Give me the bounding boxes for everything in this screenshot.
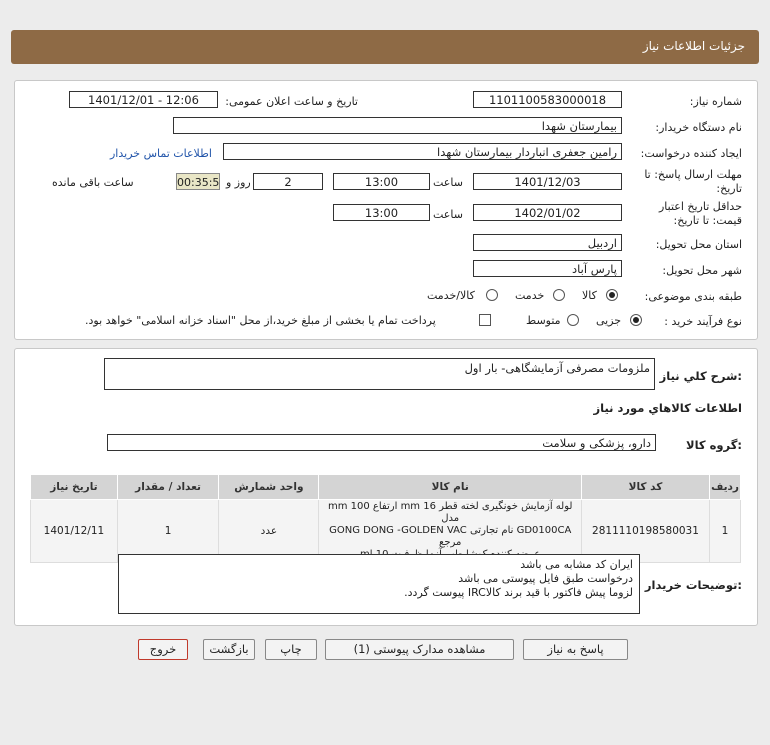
- summary-label: شرح کلي نياز:: [659, 369, 742, 383]
- header-bar: جزئیات اطلاعات نیاز: [11, 30, 759, 64]
- validity-time-label: ساعت: [433, 208, 463, 221]
- creator-field[interactable]: رامین جعفری انباردار بیمارستان شهدا: [223, 143, 622, 160]
- goods-group-label: گروه کالا:: [686, 438, 742, 452]
- validity-time-field[interactable]: 13:00: [333, 204, 430, 221]
- row-index: 1: [709, 499, 741, 563]
- remaining-time-field: 00:35:56: [176, 173, 220, 190]
- goods-table-header: ردیف کد کالا نام کالا واحد شمارش تعداد /…: [30, 474, 741, 500]
- category-option-goods: کالا: [582, 289, 597, 302]
- process-option-medium: متوسط: [526, 314, 561, 327]
- validity-date-field[interactable]: 1402/01/02: [473, 204, 622, 221]
- exit-button[interactable]: خروج: [138, 639, 188, 660]
- col-qty: تعداد / مقدار: [116, 474, 220, 500]
- process-radio-medium[interactable]: [567, 314, 579, 326]
- buyer-notes-line2: درخواست طبق فایل پیوستی می باشد: [458, 572, 633, 585]
- remaining-label: ساعت باقی مانده: [52, 176, 134, 189]
- process-label: نوع فرآیند خرید :: [664, 315, 742, 328]
- row-name-line1: لوله آزمایش خونگیری لخته قطر mm 16 ارتفا…: [327, 501, 573, 524]
- creator-label: ایجاد کننده درخواست:: [640, 147, 742, 160]
- row-name-line2: GD0100CA نام تجارتی GONG DONG -GOLDEN VA…: [329, 525, 572, 548]
- city-label: شهر محل تحویل:: [662, 264, 742, 277]
- treasury-payment-checkbox[interactable]: [479, 314, 491, 326]
- summary-field[interactable]: ملزومات مصرفی آزمایشگاهی- بار اول: [104, 358, 655, 390]
- page-title: جزئیات اطلاعات نیاز: [642, 39, 745, 53]
- col-index: ردیف: [709, 474, 741, 500]
- days-label: روز و: [226, 176, 251, 189]
- days-field[interactable]: 2: [253, 173, 323, 190]
- buyer-notes-box: ایران کد مشابه می باشد درخواست طبق فایل …: [118, 554, 640, 614]
- col-name: نام کالا: [318, 474, 582, 500]
- goods-section-title: اطلاعات کالاهاي مورد نياز: [593, 401, 742, 415]
- attachments-button[interactable]: مشاهده مدارک پیوستی (1): [325, 639, 514, 660]
- row-date: 1401/12/11: [30, 499, 118, 563]
- buyer-notes-label: توضیحات خریدار:: [644, 578, 742, 592]
- buyer-org-field[interactable]: بیمارستان شهدا: [173, 117, 622, 134]
- category-label: طبقه بندی موضوعی:: [644, 290, 742, 303]
- deadline-date-field[interactable]: 1401/12/03: [473, 173, 622, 190]
- deadline-label-1: مهلت ارسال پاسخ: تا: [644, 168, 742, 181]
- category-radio-goods[interactable]: [606, 289, 618, 301]
- category-option-goods-service: کالا/خدمت: [427, 289, 475, 302]
- col-unit: واحد شمارش: [218, 474, 320, 500]
- announce-field[interactable]: 1401/12/01 - 12:06: [69, 91, 218, 108]
- buyer-org-label: نام دستگاه خریدار:: [655, 121, 742, 134]
- back-button[interactable]: بازگشت: [203, 639, 255, 660]
- process-radio-minor[interactable]: [630, 314, 642, 326]
- buyer-notes-line3: لزوما پیش فاکتور با قید برند کالاIRC پیو…: [404, 586, 633, 599]
- deadline-time-label: ساعت: [433, 176, 463, 189]
- need-number-field[interactable]: 1101100583000018: [473, 91, 622, 108]
- need-number-label: شماره نیاز:: [689, 95, 742, 108]
- buyer-notes-line1: ایران کد مشابه می باشد: [520, 558, 633, 571]
- category-radio-service[interactable]: [553, 289, 565, 301]
- city-field[interactable]: پارس آباد: [473, 260, 622, 277]
- province-field[interactable]: اردبیل: [473, 234, 622, 251]
- treasury-payment-note: پرداخت تمام یا بخشی از مبلغ خرید،از محل …: [85, 314, 436, 327]
- col-date: تاریخ نیاز: [30, 474, 118, 500]
- reply-button[interactable]: پاسخ به نیاز: [523, 639, 628, 660]
- print-button[interactable]: چاپ: [265, 639, 317, 660]
- validity-label-2: قیمت: تا تاریخ:: [673, 214, 742, 227]
- goods-group-field[interactable]: دارو، پزشکی و سلامت: [107, 434, 656, 451]
- province-label: استان محل تحویل:: [655, 238, 742, 251]
- deadline-label-2: تاریخ:: [716, 182, 742, 195]
- col-code: کد کالا: [580, 474, 711, 500]
- category-option-service: خدمت: [515, 289, 545, 302]
- announce-label: تاریخ و ساعت اعلان عمومی:: [225, 95, 358, 108]
- category-radio-goods-service[interactable]: [486, 289, 498, 301]
- process-option-minor: جزیی: [596, 314, 622, 327]
- contact-buyer-link[interactable]: اطلاعات تماس خریدار: [110, 147, 212, 160]
- goods-table: ردیف کد کالا نام کالا واحد شمارش تعداد /…: [30, 474, 741, 563]
- deadline-time-field[interactable]: 13:00: [333, 173, 430, 190]
- validity-label-1: حداقل تاریخ اعتبار: [658, 200, 742, 213]
